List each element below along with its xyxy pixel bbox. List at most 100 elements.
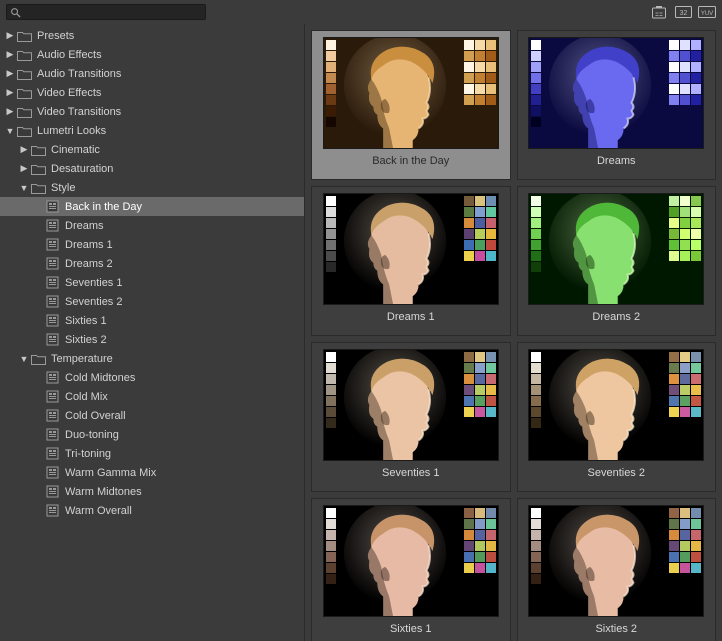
tree-preset[interactable]: ▶ Duo-toning: [0, 425, 304, 444]
tree-folder[interactable]: ▶ Audio Transitions: [0, 64, 304, 83]
preset-thumbnail[interactable]: Sixties 1: [311, 498, 511, 641]
tree-preset[interactable]: ▶ Dreams: [0, 216, 304, 235]
disclosure-triangle-icon[interactable]: ▶: [18, 163, 30, 175]
color-swatches: [669, 352, 701, 417]
disclosure-triangle-icon[interactable]: ▼: [18, 182, 30, 194]
folder-icon: [16, 86, 32, 100]
tree-item-label: Presets: [36, 30, 74, 42]
preset-icon: [44, 504, 60, 518]
preset-icon: [44, 466, 60, 480]
preset-thumbnail[interactable]: Dreams 1: [311, 186, 511, 336]
tree-item-label: Sixties 2: [64, 334, 107, 346]
tree-preset[interactable]: ▶ Dreams 2: [0, 254, 304, 273]
thumbnail-label: Dreams 2: [592, 311, 640, 323]
tree-preset[interactable]: ▶ Seventies 1: [0, 273, 304, 292]
tree-folder[interactable]: ▶ Audio Effects: [0, 45, 304, 64]
tree-item-label: Audio Transitions: [36, 68, 121, 80]
thumbnail-label: Sixties 1: [390, 623, 432, 635]
tree-folder[interactable]: ▼ Lumetri Looks: [0, 121, 304, 140]
preset-thumbnail[interactable]: Back in the Day: [311, 30, 511, 180]
tree-preset[interactable]: ▶ Warm Overall: [0, 501, 304, 520]
preset-thumbnail[interactable]: Dreams 2: [517, 186, 717, 336]
tree-preset[interactable]: ▶ Back in the Day: [0, 197, 304, 216]
disclosure-triangle-icon[interactable]: ▼: [18, 353, 30, 365]
preset-thumbnail[interactable]: Seventies 1: [311, 342, 511, 492]
search-field[interactable]: [6, 4, 206, 20]
folder-icon: [16, 29, 32, 43]
grayscale-swatches: [531, 352, 541, 439]
preset-icon: [44, 428, 60, 442]
grayscale-swatches: [531, 196, 541, 283]
folder-icon: [30, 143, 46, 157]
tree-folder[interactable]: ▼ Style: [0, 178, 304, 197]
grayscale-swatches: [326, 196, 336, 283]
disclosure-triangle-icon[interactable]: ▶: [4, 49, 16, 61]
disclosure-triangle-icon[interactable]: ▼: [4, 125, 16, 137]
tree-preset[interactable]: ▶ Tri-toning: [0, 444, 304, 463]
preset-icon: [44, 447, 60, 461]
preset-thumbnail[interactable]: Sixties 2: [517, 498, 717, 641]
color-swatches: [464, 40, 496, 105]
tree-folder[interactable]: ▶ Video Effects: [0, 83, 304, 102]
preview-grid-scroll[interactable]: Back in the Day Dreams Dreams 1: [305, 24, 722, 641]
preset-thumbnail[interactable]: Seventies 2: [517, 342, 717, 492]
tree-item-label: Cold Midtones: [64, 372, 135, 384]
tree-folder[interactable]: ▶ Video Transitions: [0, 102, 304, 121]
tree-preset[interactable]: ▶ Warm Gamma Mix: [0, 463, 304, 482]
disclosure-triangle-icon[interactable]: ▶: [4, 30, 16, 42]
tree-item-label: Cold Overall: [64, 410, 126, 422]
svg-text:YUV: YUV: [701, 11, 713, 17]
thumbnail-label: Dreams: [597, 155, 636, 167]
tree-preset[interactable]: ▶ Warm Midtones: [0, 482, 304, 501]
tree-item-label: Cold Mix: [64, 391, 108, 403]
tree-preset[interactable]: ▶ Sixties 2: [0, 330, 304, 349]
color-swatches: [669, 508, 701, 573]
tree-preset[interactable]: ▶ Cold Mix: [0, 387, 304, 406]
grayscale-swatches: [326, 352, 336, 439]
color-swatches: [464, 196, 496, 261]
color-swatches: [669, 40, 701, 105]
tree-preset[interactable]: ▶ Sixties 1: [0, 311, 304, 330]
disclosure-triangle-icon[interactable]: ▶: [4, 68, 16, 80]
preset-icon: [44, 390, 60, 404]
tree-folder[interactable]: ▶ Cinematic: [0, 140, 304, 159]
yuv-icon[interactable]: YUV: [698, 4, 716, 20]
folder-icon: [30, 352, 46, 366]
tree-item-label: Back in the Day: [64, 201, 142, 213]
folder-icon: [30, 162, 46, 176]
disclosure-triangle-icon[interactable]: ▶: [4, 106, 16, 118]
folder-icon: [16, 124, 32, 138]
tree-item-label: Duo-toning: [64, 429, 119, 441]
tree-item-label: Warm Midtones: [64, 486, 142, 498]
disclosure-triangle-icon[interactable]: ▶: [4, 87, 16, 99]
search-input[interactable]: [21, 5, 205, 19]
effects-tree[interactable]: ▶ Presets▶ Audio Effects▶ Audio Transiti…: [0, 24, 305, 641]
disclosure-triangle-icon[interactable]: ▶: [18, 144, 30, 156]
thumbnail-label: Dreams 1: [387, 311, 435, 323]
new-bin-icon[interactable]: [650, 4, 668, 20]
tree-preset[interactable]: ▶ Cold Overall: [0, 406, 304, 425]
thumbnail-image: [323, 505, 499, 617]
tree-item-label: Audio Effects: [36, 49, 102, 61]
tree-item-label: Desaturation: [50, 163, 113, 175]
tree-folder[interactable]: ▶ Desaturation: [0, 159, 304, 178]
grayscale-swatches: [531, 508, 541, 595]
tree-preset[interactable]: ▶ Dreams 1: [0, 235, 304, 254]
preview-grid: Back in the Day Dreams Dreams 1: [311, 30, 716, 641]
folder-icon: [16, 48, 32, 62]
preset-icon: [44, 409, 60, 423]
tree-folder[interactable]: ▼ Temperature: [0, 349, 304, 368]
tree-folder[interactable]: ▶ Presets: [0, 26, 304, 45]
preset-icon: [44, 371, 60, 385]
preset-icon: [44, 238, 60, 252]
grayscale-swatches: [531, 40, 541, 127]
tree-preset[interactable]: ▶ Cold Midtones: [0, 368, 304, 387]
thumbnail-label: Seventies 1: [382, 467, 439, 479]
grayscale-swatches: [326, 508, 336, 595]
color-swatches: [464, 352, 496, 417]
thumbnail-image: [323, 349, 499, 461]
preset-thumbnail[interactable]: Dreams: [517, 30, 717, 180]
tree-item-label: Seventies 2: [64, 296, 122, 308]
tree-preset[interactable]: ▶ Seventies 2: [0, 292, 304, 311]
thirty-two-icon[interactable]: 32: [674, 4, 692, 20]
